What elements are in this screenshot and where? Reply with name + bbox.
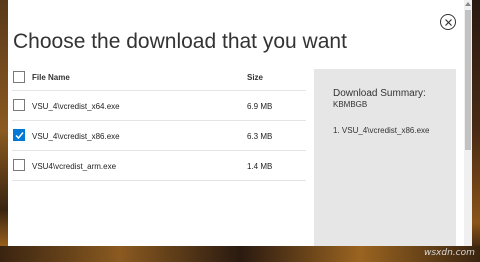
download-dialog: Choose the download that you want File N… [8, 0, 472, 246]
file-row[interactable]: VSU_4\vcredist_x86.exe 6.3 MB [12, 121, 306, 151]
dialog-title: Choose the download that you want [13, 30, 347, 53]
watermark: wsxdn.com [424, 248, 475, 258]
file-size: 6.3 MB [247, 132, 273, 141]
summary-item: 1. VSU_4\vcredist_x86.exe [333, 126, 430, 135]
vertical-scrollbar[interactable] [464, 0, 472, 246]
file-row[interactable]: VSU4\vcredist_arm.exe 1.4 MB [12, 151, 306, 181]
file-list: File Name Size VSU_4\vcredist_x64.exe 6.… [12, 64, 306, 181]
file-name: VSU4\vcredist_arm.exe [32, 162, 117, 171]
file-checkbox[interactable] [13, 99, 25, 111]
file-list-header: File Name Size [12, 64, 306, 91]
column-header-size: Size [247, 73, 264, 82]
column-header-file-name: File Name [32, 73, 70, 82]
select-all-checkbox[interactable] [13, 71, 25, 83]
file-row[interactable]: VSU_4\vcredist_x64.exe 6.9 MB [12, 91, 306, 121]
summary-subtitle: KBMBGB [333, 100, 368, 109]
scrollbar-thumb[interactable] [465, 10, 471, 150]
close-button[interactable] [440, 14, 456, 30]
checkmark-icon [15, 132, 24, 140]
background-bottom [0, 246, 480, 262]
file-checkbox[interactable] [13, 129, 25, 141]
summary-title: Download Summary: [333, 88, 426, 99]
file-name: VSU_4\vcredist_x86.exe [32, 132, 120, 141]
file-size: 6.9 MB [247, 102, 273, 111]
file-checkbox[interactable] [13, 159, 25, 171]
scroll-up-arrow-icon[interactable] [465, 2, 471, 6]
file-name: VSU_4\vcredist_x64.exe [32, 102, 120, 111]
download-summary-panel: Download Summary: KBMBGB 1. VSU_4\vcredi… [314, 69, 456, 246]
file-size: 1.4 MB [247, 162, 273, 171]
background-right [472, 0, 480, 262]
close-icon [444, 18, 452, 26]
background-left [0, 0, 8, 262]
